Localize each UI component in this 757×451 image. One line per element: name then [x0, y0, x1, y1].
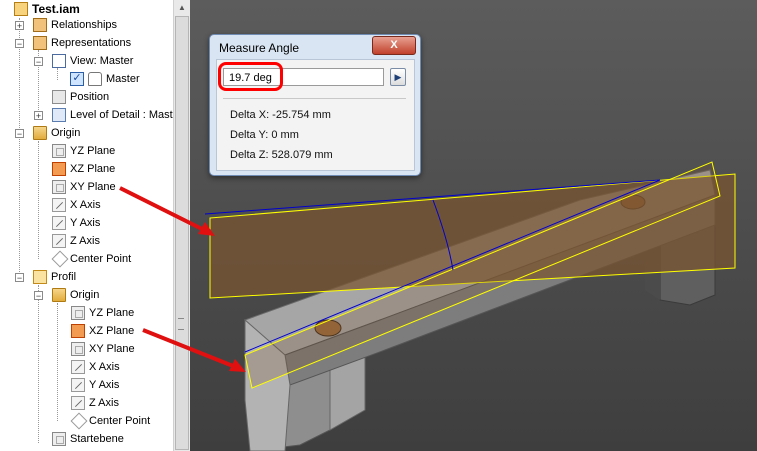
expand-toggle[interactable]: + — [15, 21, 24, 31]
folder-icon — [33, 126, 47, 140]
tree-item-label: Level of Detail : Mast — [70, 109, 173, 121]
tree-item-label: YZ Plane — [70, 145, 116, 157]
tree-item-label: Center Point — [70, 253, 132, 265]
check-icon[interactable]: ✓ — [70, 72, 84, 86]
xz-plane-selected-icon — [52, 162, 66, 176]
scrollbar-thumb[interactable] — [175, 16, 189, 450]
tree-item-label: XZ Plane — [70, 163, 116, 175]
dialog-title: Measure Angle — [219, 41, 300, 55]
lock-icon — [88, 72, 102, 86]
collapse-toggle[interactable]: − — [15, 39, 24, 49]
dialog-body: 19.7 deg ▶ Delta X: -25.754 mm Delta Y: … — [216, 59, 415, 171]
tree-item-label: Z Axis — [89, 397, 119, 409]
tree-item-label: Y Axis — [89, 379, 120, 391]
collapse-toggle[interactable]: − — [15, 273, 24, 283]
axis-icon — [52, 234, 66, 248]
axis-icon — [52, 198, 66, 212]
xz-plane-selected-icon — [71, 324, 85, 338]
tree-item-label: View: Master — [70, 55, 134, 67]
delta-x-text: Delta X: -25.754 mm — [230, 109, 331, 121]
plane-icon — [52, 180, 66, 194]
view-icon — [52, 54, 66, 68]
expand-arrow-icon[interactable]: ▶ — [390, 68, 406, 86]
center-point-icon — [51, 250, 69, 268]
plane-icon — [52, 432, 66, 446]
dialog-divider — [223, 98, 406, 99]
collapse-toggle[interactable]: − — [34, 57, 43, 67]
representations-icon — [33, 36, 47, 50]
tree-item-label: Master — [106, 73, 140, 85]
center-point-icon — [70, 412, 88, 430]
tree-item-label: Relationships — [51, 19, 118, 31]
scrollbar-grip-icon — [178, 318, 184, 330]
position-icon — [52, 90, 66, 104]
expand-toggle[interactable]: + — [34, 111, 43, 121]
axis-icon — [52, 216, 66, 230]
close-button[interactable]: X — [372, 36, 416, 55]
tree-item-label: Startebene — [70, 433, 124, 445]
collapse-toggle[interactable]: − — [15, 129, 24, 139]
delta-y-text: Delta Y: 0 mm — [230, 129, 299, 141]
browser-scrollbar[interactable]: ▲ — [173, 0, 190, 451]
tree-item-label: XY Plane — [89, 343, 135, 355]
tree-item-label: XY Plane — [70, 181, 116, 193]
tree-item-label: Y Axis — [70, 217, 101, 229]
axis-icon — [71, 360, 85, 374]
axis-icon — [71, 396, 85, 410]
tree-item-label: YZ Plane — [89, 307, 135, 319]
tree-item-label: Profil — [51, 271, 77, 283]
tree-item-label: Origin — [51, 127, 81, 139]
assembly-icon — [14, 2, 28, 16]
relationships-icon — [33, 18, 47, 32]
measure-angle-dialog: Measure Angle X 19.7 deg ▶ Delta X: -25.… — [209, 34, 421, 176]
part-icon — [33, 270, 47, 284]
tree-item-label: Origin — [70, 289, 100, 301]
tree-item-label: X Axis — [89, 361, 120, 373]
tree-item-label: Position — [70, 91, 110, 103]
tree-item-label: X Axis — [70, 199, 101, 211]
model-browser: Test.iam + Relationships − Representatio… — [0, 0, 190, 451]
plane-icon — [71, 342, 85, 356]
tree-item-label: Z Axis — [70, 235, 100, 247]
scroll-up-icon[interactable]: ▲ — [175, 0, 189, 15]
tree-item-label: XZ Plane — [89, 325, 135, 337]
plane-icon — [71, 306, 85, 320]
axis-icon — [71, 378, 85, 392]
plane-icon — [52, 144, 66, 158]
value-highlight-box — [218, 62, 283, 91]
level-of-detail-icon — [52, 108, 66, 122]
collapse-toggle[interactable]: − — [34, 291, 43, 301]
tree-item-label: Representations — [51, 37, 132, 49]
folder-icon — [52, 288, 66, 302]
delta-z-text: Delta Z: 528.079 mm — [230, 149, 333, 161]
tree-item-label: Center Point — [89, 415, 151, 427]
